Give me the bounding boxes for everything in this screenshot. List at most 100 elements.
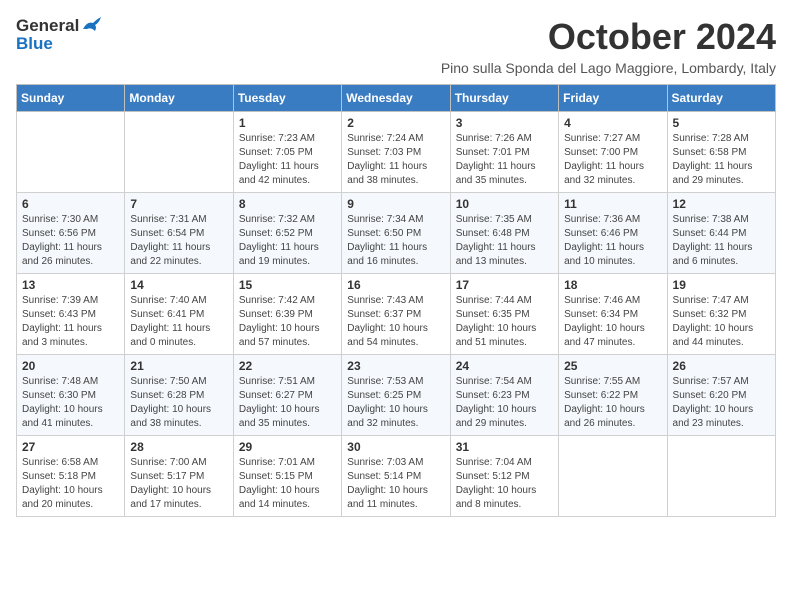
day-info: Sunrise: 7:40 AM Sunset: 6:41 PM Dayligh… [130, 294, 227, 350]
day-number: 27 [22, 440, 119, 454]
title-block: October 2024 Pino sulla Sponda del Lago … [441, 16, 776, 76]
calendar-cell [667, 436, 775, 517]
calendar-cell: 7Sunrise: 7:31 AM Sunset: 6:54 PM Daylig… [125, 193, 233, 274]
calendar-cell: 2 Sunrise: 7:24 AM Sunset: 7:03 PM Daylig… [342, 112, 450, 193]
week-row-3: 13 Sunrise: 7:39 AM Sunset: 6:43 PM Dayli… [17, 274, 776, 355]
calendar-cell: 13 Sunrise: 7:39 AM Sunset: 6:43 PM Dayli… [17, 274, 125, 355]
day-number: 21 [130, 359, 227, 373]
calendar-cell: 28Sunrise: 7:00 AM Sunset: 5:17 PM Dayli… [125, 436, 233, 517]
calendar-cell: 16 Sunrise: 7:43 AM Sunset: 6:37 PM Dayli… [342, 274, 450, 355]
day-number: 22 [239, 359, 336, 373]
header-day-saturday: Saturday [667, 85, 775, 112]
day-info: Sunrise: 7:27 AM Sunset: 7:00 PM Dayligh… [564, 132, 661, 188]
day-number: 20 [22, 359, 119, 373]
day-number: 5 [673, 116, 770, 130]
logo-general-text: General [16, 16, 79, 36]
day-number: 13 [22, 278, 119, 292]
day-number: 25 [564, 359, 661, 373]
calendar-cell: 25 Sunrise: 7:55 AM Sunset: 6:22 PM Dayli… [559, 355, 667, 436]
day-info: Sunrise: 7:50 AM Sunset: 6:28 PM Dayligh… [130, 375, 227, 431]
header-day-friday: Friday [559, 85, 667, 112]
month-title: October 2024 [441, 16, 776, 58]
day-number: 1 [239, 116, 336, 130]
day-number: 26 [673, 359, 770, 373]
day-info: Sunrise: 7:38 AM Sunset: 6:44 PM Dayligh… [673, 213, 770, 269]
day-info: Sunrise: 7:04 AM Sunset: 5:12 PM Dayligh… [456, 456, 553, 512]
header-day-monday: Monday [125, 85, 233, 112]
day-number: 29 [239, 440, 336, 454]
day-info: Sunrise: 7:55 AM Sunset: 6:22 PM Dayligh… [564, 375, 661, 431]
header-day-sunday: Sunday [17, 85, 125, 112]
day-info: Sunrise: 7:03 AM Sunset: 5:14 PM Dayligh… [347, 456, 444, 512]
calendar-cell: 14 Sunrise: 7:40 AM Sunset: 6:41 PM Dayli… [125, 274, 233, 355]
logo: General Blue [16, 16, 103, 54]
day-number: 15 [239, 278, 336, 292]
calendar-cell [17, 112, 125, 193]
calendar-cell: 31 Sunrise: 7:04 AM Sunset: 5:12 PM Dayli… [450, 436, 558, 517]
page-header: General Blue October 2024 Pino sulla Spo… [16, 16, 776, 76]
day-info: Sunrise: 7:43 AM Sunset: 6:37 PM Dayligh… [347, 294, 444, 350]
day-number: 30 [347, 440, 444, 454]
week-row-5: 27 Sunrise: 6:58 AM Sunset: 5:18 PM Dayli… [17, 436, 776, 517]
day-number: 8 [239, 197, 336, 211]
day-info: Sunrise: 7:48 AM Sunset: 6:30 PM Dayligh… [22, 375, 119, 431]
day-number: 14 [130, 278, 227, 292]
logo-block: General Blue [16, 16, 103, 54]
day-number: 16 [347, 278, 444, 292]
day-number: 31 [456, 440, 553, 454]
calendar-cell: 17 Sunrise: 7:44 AM Sunset: 6:35 PM Dayli… [450, 274, 558, 355]
header-day-wednesday: Wednesday [342, 85, 450, 112]
calendar-cell: 21 Sunrise: 7:50 AM Sunset: 6:28 PM Dayli… [125, 355, 233, 436]
header-day-thursday: Thursday [450, 85, 558, 112]
calendar-cell [559, 436, 667, 517]
day-info: Sunrise: 7:46 AM Sunset: 6:34 PM Dayligh… [564, 294, 661, 350]
day-number: 3 [456, 116, 553, 130]
calendar-table: SundayMondayTuesdayWednesdayThursdayFrid… [16, 84, 776, 517]
day-info: Sunrise: 7:30 AM Sunset: 6:56 PM Dayligh… [22, 213, 119, 269]
calendar-cell: 23Sunrise: 7:53 AM Sunset: 6:25 PM Dayli… [342, 355, 450, 436]
day-number: 19 [673, 278, 770, 292]
day-info: Sunrise: 7:24 AM Sunset: 7:03 PM Dayligh… [347, 132, 444, 188]
calendar-cell: 18 Sunrise: 7:46 AM Sunset: 6:34 PM Dayli… [559, 274, 667, 355]
day-number: 7 [130, 197, 227, 211]
day-info: Sunrise: 7:47 AM Sunset: 6:32 PM Dayligh… [673, 294, 770, 350]
calendar-cell: 10Sunrise: 7:35 AM Sunset: 6:48 PM Dayli… [450, 193, 558, 274]
calendar-cell: 26 Sunrise: 7:57 AM Sunset: 6:20 PM Dayli… [667, 355, 775, 436]
day-number: 17 [456, 278, 553, 292]
day-number: 11 [564, 197, 661, 211]
logo-bird-icon [81, 15, 103, 33]
day-info: Sunrise: 7:51 AM Sunset: 6:27 PM Dayligh… [239, 375, 336, 431]
day-number: 2 [347, 116, 444, 130]
calendar-cell: 30 Sunrise: 7:03 AM Sunset: 5:14 PM Dayli… [342, 436, 450, 517]
day-number: 18 [564, 278, 661, 292]
week-row-2: 6 Sunrise: 7:30 AM Sunset: 6:56 PM Daylig… [17, 193, 776, 274]
day-info: Sunrise: 7:57 AM Sunset: 6:20 PM Dayligh… [673, 375, 770, 431]
day-info: Sunrise: 7:23 AM Sunset: 7:05 PM Dayligh… [239, 132, 336, 188]
week-row-1: 1 Sunrise: 7:23 AM Sunset: 7:05 PM Daylig… [17, 112, 776, 193]
day-info: Sunrise: 7:34 AM Sunset: 6:50 PM Dayligh… [347, 213, 444, 269]
week-row-4: 20 Sunrise: 7:48 AM Sunset: 6:30 PM Dayli… [17, 355, 776, 436]
day-info: Sunrise: 7:39 AM Sunset: 6:43 PM Dayligh… [22, 294, 119, 350]
day-number: 6 [22, 197, 119, 211]
calendar-cell: 3 Sunrise: 7:26 AM Sunset: 7:01 PM Daylig… [450, 112, 558, 193]
day-info: Sunrise: 6:58 AM Sunset: 5:18 PM Dayligh… [22, 456, 119, 512]
day-number: 4 [564, 116, 661, 130]
day-number: 24 [456, 359, 553, 373]
calendar-cell: 22 Sunrise: 7:51 AM Sunset: 6:27 PM Dayli… [233, 355, 341, 436]
calendar-cell: 20 Sunrise: 7:48 AM Sunset: 6:30 PM Dayli… [17, 355, 125, 436]
day-info: Sunrise: 7:26 AM Sunset: 7:01 PM Dayligh… [456, 132, 553, 188]
logo-blue-text: Blue [16, 34, 53, 54]
day-info: Sunrise: 7:54 AM Sunset: 6:23 PM Dayligh… [456, 375, 553, 431]
calendar-cell: 5Sunrise: 7:28 AM Sunset: 6:58 PM Daylig… [667, 112, 775, 193]
day-info: Sunrise: 7:00 AM Sunset: 5:17 PM Dayligh… [130, 456, 227, 512]
calendar-cell: 24 Sunrise: 7:54 AM Sunset: 6:23 PM Dayli… [450, 355, 558, 436]
calendar-header: SundayMondayTuesdayWednesdayThursdayFrid… [17, 85, 776, 112]
calendar-body: 1 Sunrise: 7:23 AM Sunset: 7:05 PM Daylig… [17, 112, 776, 517]
calendar-cell: 11Sunrise: 7:36 AM Sunset: 6:46 PM Dayli… [559, 193, 667, 274]
day-info: Sunrise: 7:35 AM Sunset: 6:48 PM Dayligh… [456, 213, 553, 269]
calendar-cell: 1 Sunrise: 7:23 AM Sunset: 7:05 PM Daylig… [233, 112, 341, 193]
calendar-cell: 27 Sunrise: 6:58 AM Sunset: 5:18 PM Dayli… [17, 436, 125, 517]
day-info: Sunrise: 7:44 AM Sunset: 6:35 PM Dayligh… [456, 294, 553, 350]
day-info: Sunrise: 7:32 AM Sunset: 6:52 PM Dayligh… [239, 213, 336, 269]
calendar-cell: 8 Sunrise: 7:32 AM Sunset: 6:52 PM Daylig… [233, 193, 341, 274]
